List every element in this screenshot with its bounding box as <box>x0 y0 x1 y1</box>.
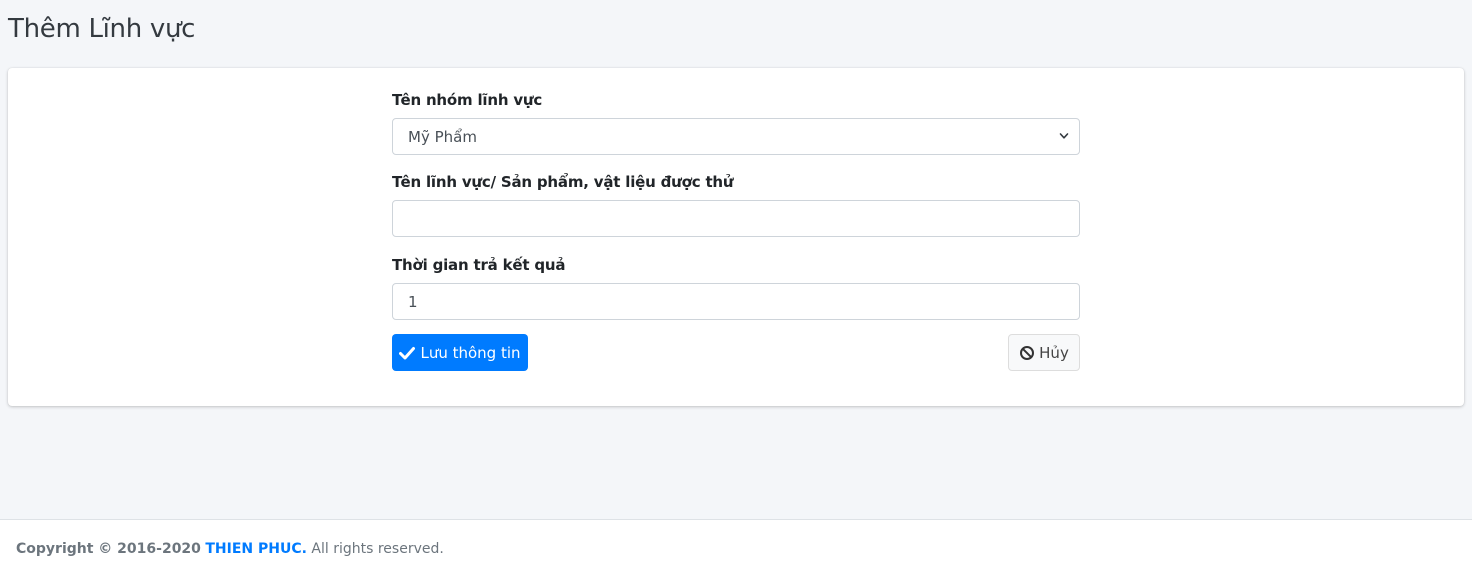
chevron-down-icon <box>1059 133 1069 139</box>
field-name-input[interactable] <box>392 200 1080 237</box>
save-button[interactable]: Lưu thông tin <box>392 334 528 371</box>
group-select-value: Mỹ Phẩm <box>408 127 477 146</box>
page-title: Thêm Lĩnh vực <box>8 14 196 44</box>
copyright-text: Copyright © 2016-2020 <box>16 541 201 557</box>
time-input[interactable]: 1 <box>392 283 1080 320</box>
form-card: Tên nhóm lĩnh vực Mỹ Phẩm Tên lĩnh vực/ … <box>8 68 1464 406</box>
cancel-button-label: Hủy <box>1039 343 1069 362</box>
group-label: Tên nhóm lĩnh vực <box>392 91 543 109</box>
page-header: Thêm Lĩnh vực <box>8 14 195 44</box>
group-select[interactable]: Mỹ Phẩm <box>392 118 1080 155</box>
field-name-label: Tên lĩnh vực/ Sản phẩm, vật liệu được th… <box>392 173 734 191</box>
ban-icon <box>1020 345 1035 360</box>
check-icon <box>399 346 416 359</box>
cancel-button[interactable]: Hủy <box>1008 334 1080 371</box>
time-label: Thời gian trả kết quả <box>392 256 566 274</box>
rights-text: All rights reserved. <box>311 541 444 557</box>
footer: Copyright © 2016-2020 THIEN PHUC. All ri… <box>0 519 1472 574</box>
save-button-label: Lưu thông tin <box>420 343 521 362</box>
brand-link[interactable]: THIEN PHUC. <box>205 541 307 557</box>
time-value: 1 <box>408 292 418 311</box>
